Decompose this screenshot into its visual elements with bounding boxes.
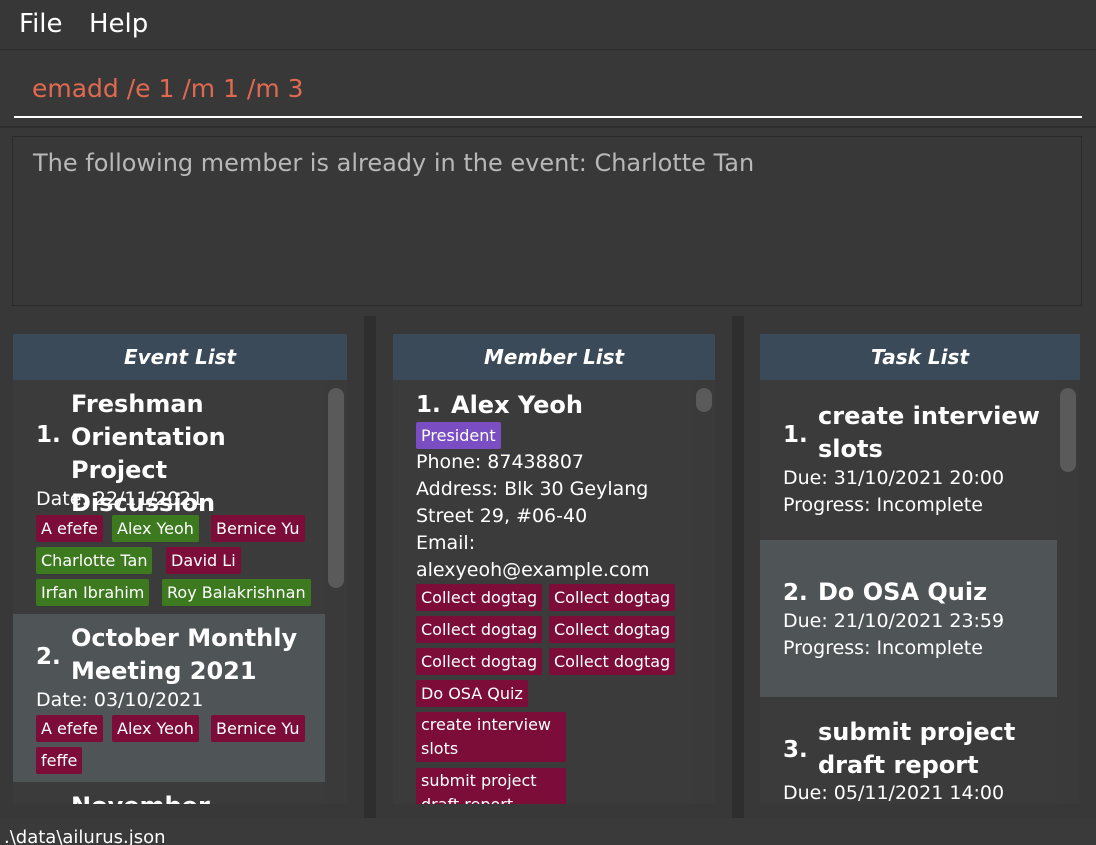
event-member-tag: A efefe [36,715,103,742]
member-list-scrollbar[interactable] [693,380,715,804]
task-title: Do OSA Quiz [818,578,988,606]
result-display: The following member is already in the e… [12,136,1082,306]
event-date: Date: 22/11/2021 [36,488,204,510]
task-card[interactable]: 1. create interview slots Due: 31/10/202… [760,380,1057,540]
event-member-tag: David Li [166,547,241,574]
task-due: Due: 31/10/2021 20:00 [783,467,1005,489]
task-card[interactable]: 3. submit project draft report Due: 05/1… [760,697,1057,804]
member-phone: Phone: 87438807 [416,451,585,473]
event-title: November Monthly [71,790,325,804]
event-title: October Monthly Meeting 2021 [71,624,298,685]
list-panes: Event List 1. Freshman Orientation Proje… [0,316,1096,818]
command-input[interactable]: emadd /e 1 /m 1 /m 3 [14,66,1082,118]
menu-help[interactable]: Help [89,9,148,39]
event-card[interactable]: November Monthly [13,782,325,804]
task-tag: Collect dogtag [549,584,676,611]
result-message: The following member is already in the e… [33,149,755,177]
event-list-pane: Event List 1. Freshman Orientation Proje… [0,316,364,818]
task-tag: Collect dogtag [549,616,676,643]
event-member-tag: Alex Yeoh [112,515,199,542]
save-location: .\data\ailurus.json [4,827,166,845]
member-list[interactable]: 1. Alex Yeoh President Phone: 87438807 A… [393,380,715,804]
task-list-scrollbar[interactable] [1057,380,1079,804]
member-email: alexyeoh@example.com [416,559,650,581]
task-tag: Do OSA Quiz [416,680,528,707]
member-name: Alex Yeoh [451,391,583,419]
member-card[interactable]: 1. Alex Yeoh President Phone: 87438807 A… [393,380,693,804]
task-list-pane: Task List 1. create interview slots Due:… [744,316,1096,818]
task-progress: Progress: Incomplete [783,637,983,659]
task-tag: create interview slots [416,712,566,762]
event-list-scrollbar[interactable] [325,380,347,804]
member-email-label: Email: [416,532,476,554]
member-list-scroll-thumb[interactable] [696,388,712,412]
task-title: submit project draft report [818,718,1016,779]
task-list[interactable]: 1. create interview slots Due: 31/10/202… [760,380,1080,804]
task-due: Due: 05/11/2021 14:00 [783,782,1005,804]
task-list-header: Task List [760,334,1080,380]
event-member-tag: Alex Yeoh [112,715,199,742]
event-list-header: Event List [13,334,347,380]
event-member-tag: Bernice Yu [211,515,305,542]
member-address: Street 29, #06-40 [416,505,588,527]
task-progress: Progress: Incomplete [783,494,983,516]
task-index: 2. [783,580,808,606]
command-area: emadd /e 1 /m 1 /m 3 [0,50,1096,128]
event-member-tag: feffe [36,747,83,774]
member-address: Address: Blk 30 Geylang [416,478,649,500]
event-card[interactable]: 1. Freshman Orientation Project Discussi… [13,380,325,614]
event-index: 1. [36,422,61,448]
event-member-tag: Charlotte Tan [36,547,153,574]
event-index: 2. [36,644,61,670]
task-tag: Collect dogtag [416,584,543,611]
task-due: Due: 21/10/2021 23:59 [783,610,1005,632]
menu-file[interactable]: File [19,9,63,39]
event-date: Date: 03/10/2021 [36,689,204,711]
member-list-pane: Member List 1. Alex Yeoh President Phone… [376,316,732,818]
task-index: 3. [783,737,808,763]
task-title: create interview slots [818,402,1040,463]
event-list-scroll-thumb[interactable] [328,388,344,588]
event-member-tag: Bernice Yu [211,715,305,742]
status-bar: .\data\ailurus.json [0,818,1096,845]
task-tag: Collect dogtag [416,616,543,643]
member-list-header: Member List [393,334,715,380]
task-list-scroll-thumb[interactable] [1060,388,1076,472]
task-card-selected[interactable]: 2. Do OSA Quiz Due: 21/10/2021 23:59 Pro… [760,540,1057,697]
task-tag: Collect dogtag [549,648,676,675]
event-card-selected[interactable]: 2. October Monthly Meeting 2021 Date: 03… [13,614,325,782]
position-tag: President [416,422,501,449]
event-member-tag: A efefe [36,515,103,542]
task-tag: Collect dogtag [416,648,543,675]
task-index: 1. [783,422,808,448]
member-index: 1. [416,392,441,418]
event-list[interactable]: 1. Freshman Orientation Project Discussi… [13,380,347,804]
event-member-tag: Roy Balakrishnan [162,579,311,606]
task-tag: submit project draft report [416,768,566,804]
event-member-tag: Irfan Ibrahim [36,579,150,606]
menu-bar: File Help [0,0,1096,50]
